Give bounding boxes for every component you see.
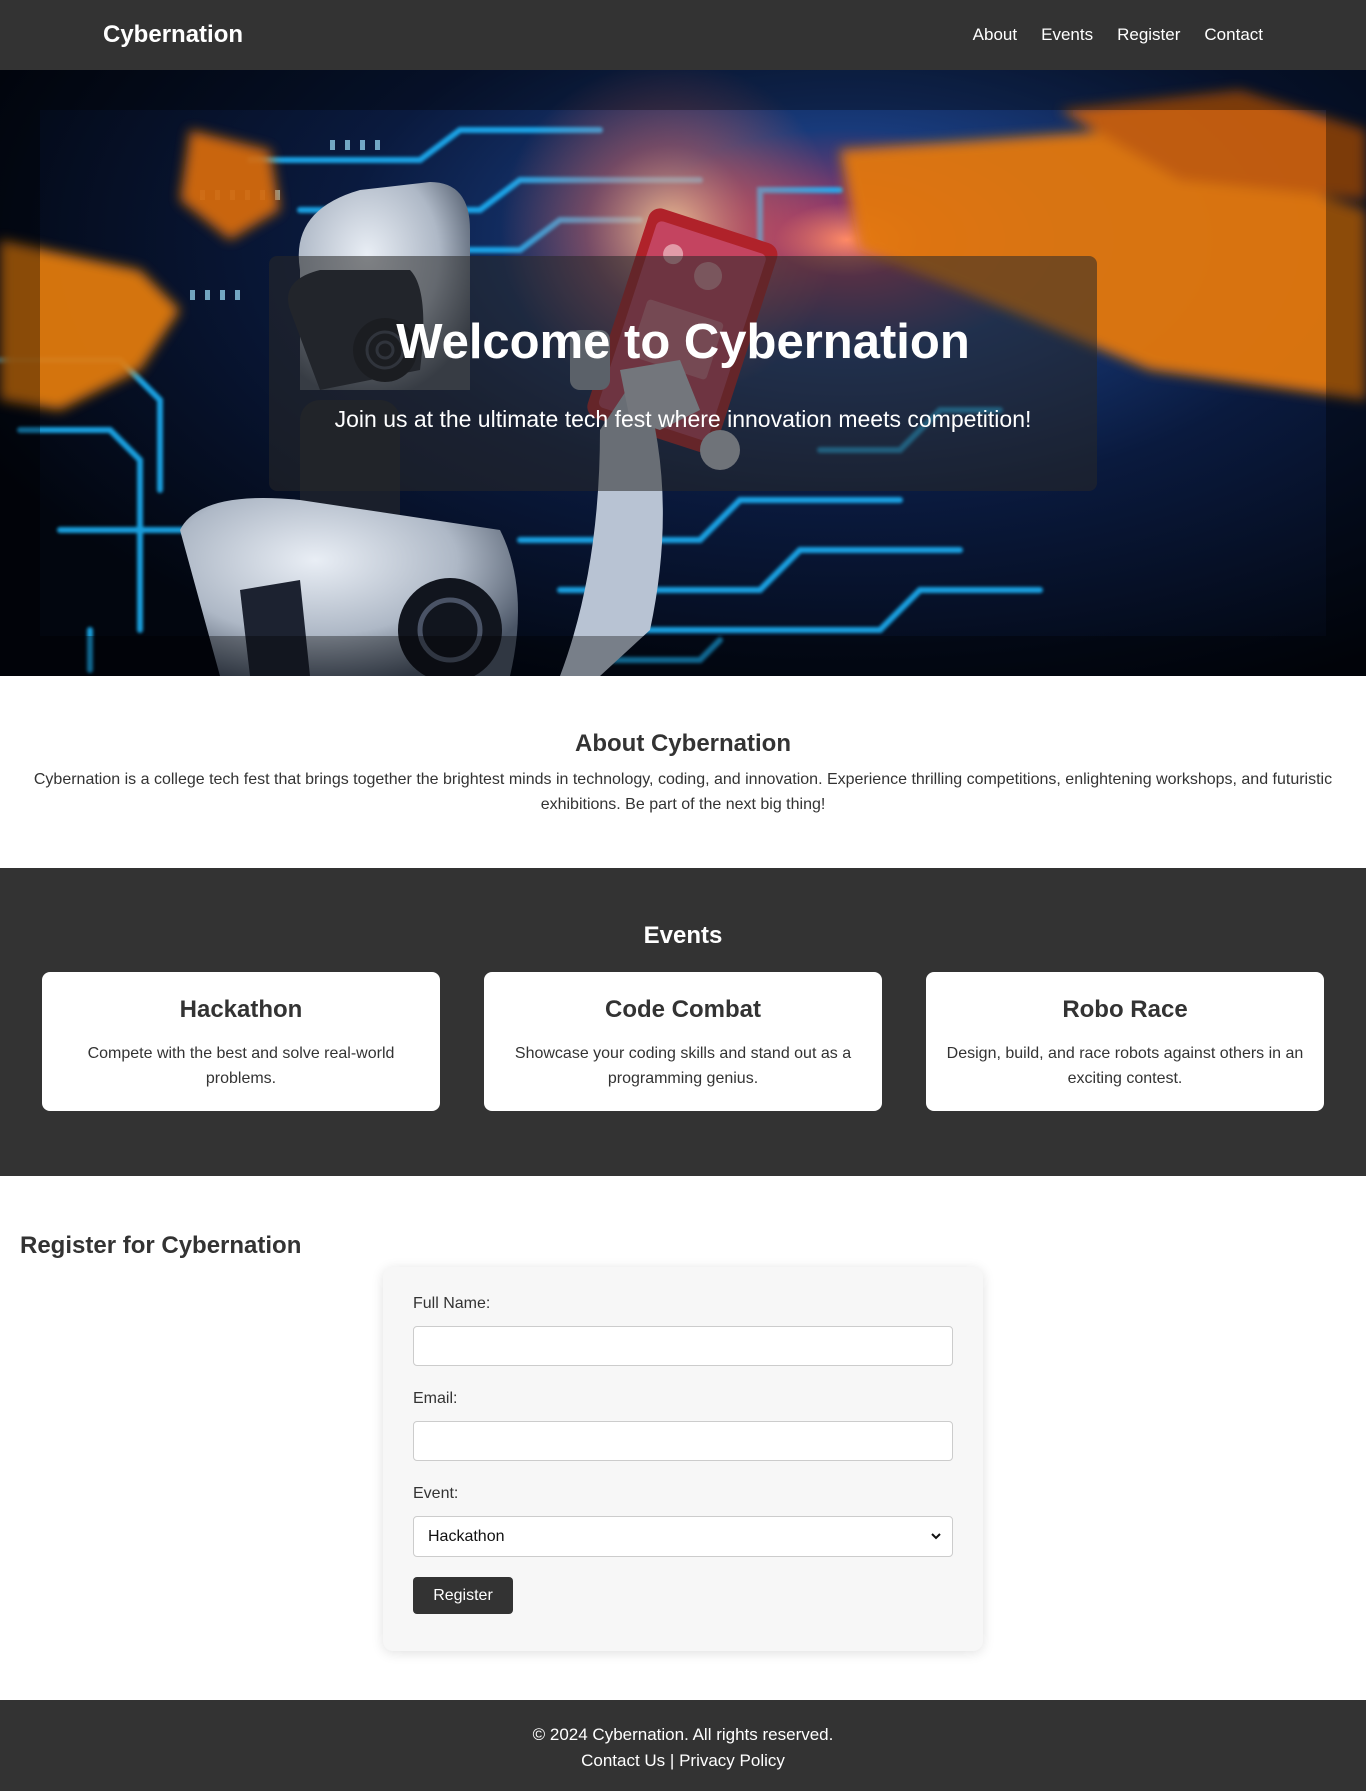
nav-link-contact[interactable]: Contact [1204,25,1263,45]
site-brand[interactable]: Cybernation [103,21,243,49]
full-name-label: Full Name: [413,1295,491,1312]
footer-separator: | [669,1751,675,1770]
hero-subtitle: Join us at the ultimate tech fest where … [334,406,1032,432]
about-heading: About Cybernation [575,730,791,757]
nav-link-register[interactable]: Register [1117,25,1180,45]
hero-overlay-box: Welcome to Cybernation Join us at the ul… [269,256,1097,491]
about-section: About Cybernation Cybernation is a colle… [0,676,1366,868]
event-select[interactable]: Hackathon [413,1516,953,1557]
event-label: Event: [413,1485,459,1502]
events-heading: Events [643,922,723,949]
footer-links: Contact Us | Privacy Policy [0,1748,1366,1774]
footer-copyright: © 2024 Cybernation. All rights reserved. [532,1725,834,1744]
events-section: Events Hackathon Compete with the best a… [0,868,1366,1176]
event-card-description: Design, build, and race robots against o… [946,1045,1304,1087]
navbar: Cybernation About Events Register Contac… [0,0,1366,70]
contact-us-link[interactable]: Contact Us [581,1751,665,1770]
nav-link-events[interactable]: Events [1041,25,1093,45]
event-card-description: Compete with the best and solve real-wor… [87,1045,395,1087]
register-button[interactable]: Register [413,1577,513,1614]
full-name-input[interactable] [413,1326,953,1366]
event-card-robo-race[interactable]: Robo Race Design, build, and race robots… [926,972,1324,1111]
event-cards: Hackathon Compete with the best and solv… [42,972,1324,1111]
about-text: Cybernation is a college tech fest that … [33,771,1333,813]
nav-link-about[interactable]: About [973,25,1017,45]
register-heading: Register for Cybernation [20,1232,302,1259]
register-section: Register for Cybernation Full Name: Emai… [0,1176,1366,1700]
event-card-description: Showcase your coding skills and stand ou… [514,1045,852,1087]
hero-section: Welcome to Cybernation Join us at the ul… [0,70,1366,676]
chevron-down-icon [931,1533,941,1540]
event-card-title: Hackathon [179,996,303,1023]
hero-title: Welcome to Cybernation [396,315,970,369]
event-card-title: Robo Race [1062,996,1188,1023]
nav-links: About Events Register Contact [973,25,1263,45]
event-card-hackathon[interactable]: Hackathon Compete with the best and solv… [42,972,440,1111]
email-input[interactable] [413,1421,953,1461]
privacy-policy-link[interactable]: Privacy Policy [679,1751,785,1770]
event-card-title: Code Combat [605,996,761,1023]
registration-form: Full Name: Email: Event: Hackathon Regis… [383,1267,983,1651]
email-label: Email: [413,1390,458,1407]
footer: © 2024 Cybernation. All rights reserved.… [0,1700,1366,1791]
event-select-value: Hackathon [428,1527,505,1545]
event-card-code-combat[interactable]: Code Combat Showcase your coding skills … [484,972,882,1111]
